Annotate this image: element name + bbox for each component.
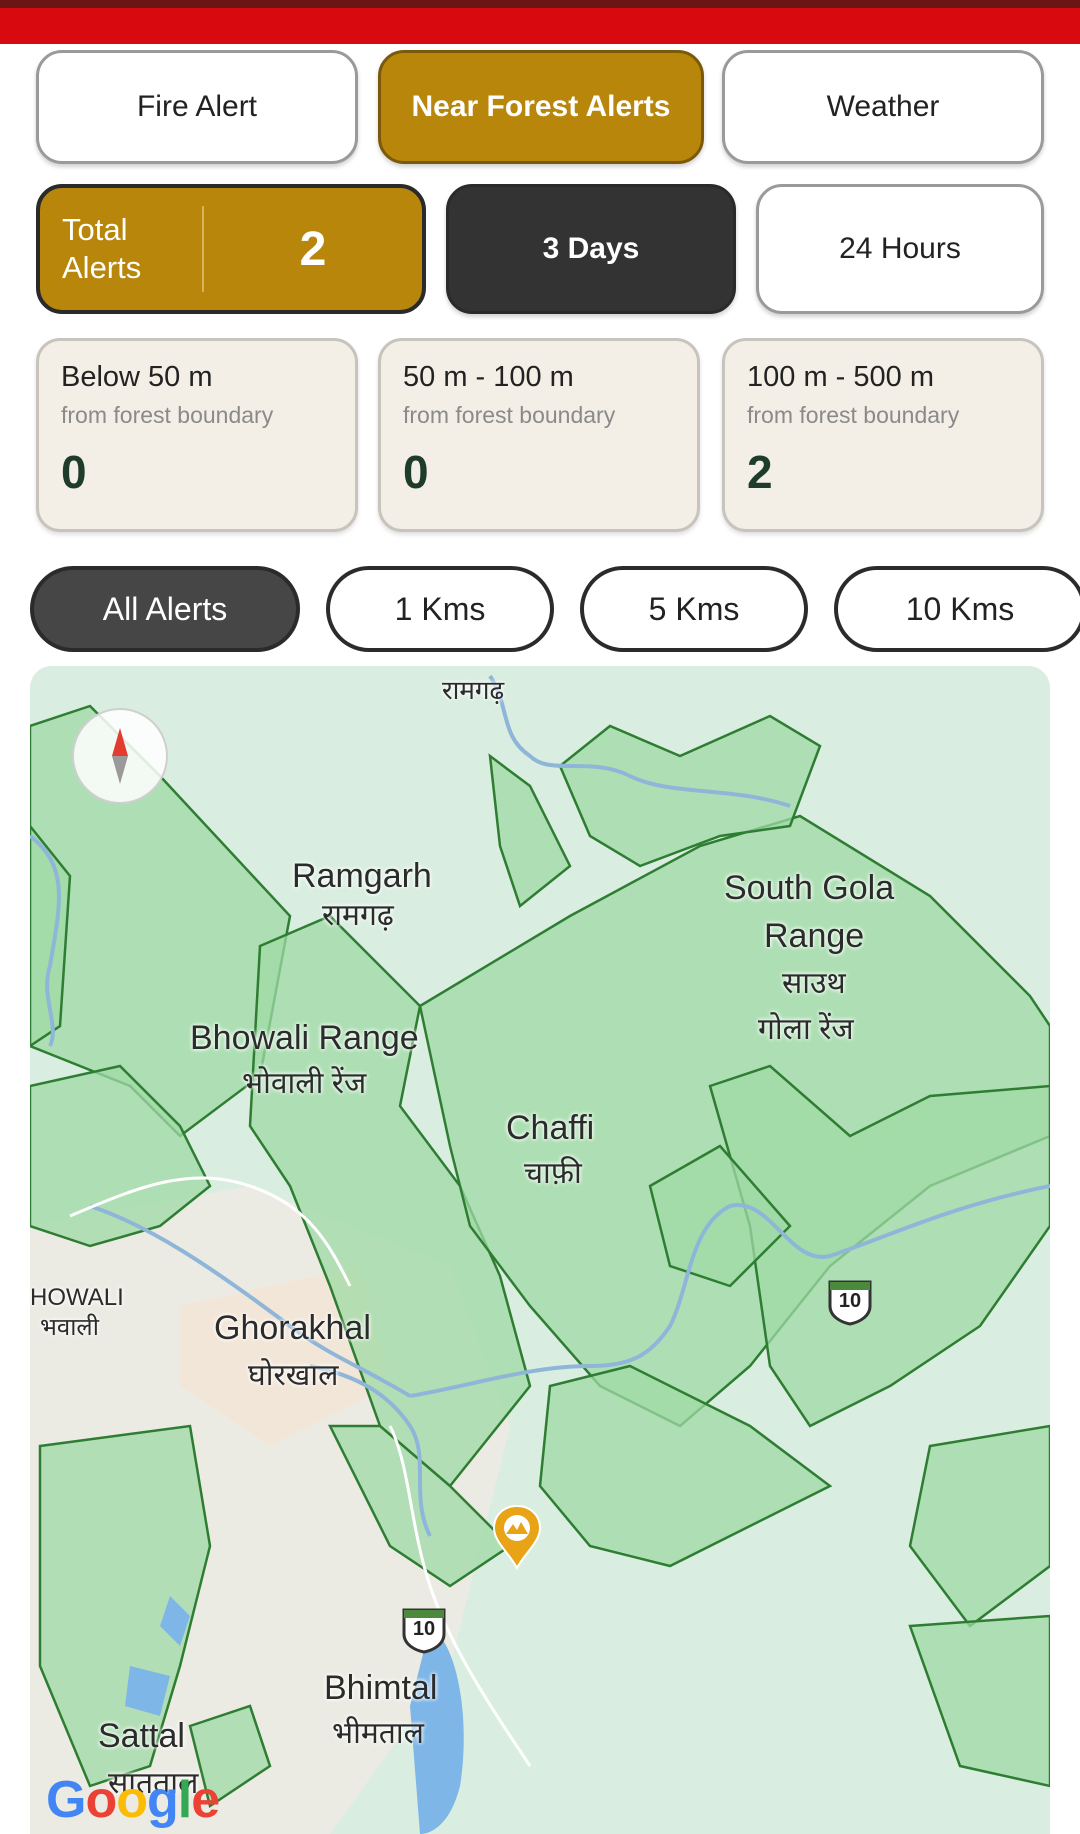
google-letter-o1: o xyxy=(85,1771,117,1829)
map-label-ghorakhal: Ghorakhal xyxy=(214,1309,371,1347)
google-letter-l: l xyxy=(177,1771,192,1829)
stat-range: 50 m - 100 m xyxy=(403,361,574,393)
period-3-days-button[interactable]: 3 Days xyxy=(446,184,736,314)
google-letter-g1: G xyxy=(46,1771,86,1829)
map-label-howali: HOWALI xyxy=(30,1284,124,1311)
stat-50-100m: 50 m - 100 m from forest boundary 0 xyxy=(378,338,700,532)
highway-shield-icon: 10 xyxy=(826,1276,874,1326)
map-label-chaffi: Chaffi xyxy=(506,1109,595,1147)
google-letter-g2: g xyxy=(146,1771,179,1829)
highway-number: 10 xyxy=(412,1618,436,1640)
map-label-south-gola-1: South Gola xyxy=(724,869,895,907)
map-label-bhimtal: Bhimtal xyxy=(324,1669,438,1707)
stat-count: 2 xyxy=(747,446,773,498)
google-letter-e: e xyxy=(191,1771,220,1829)
google-attribution-logo: Google xyxy=(46,1770,220,1830)
map-label-bhowali-range: Bhowali Range xyxy=(190,1019,419,1057)
map-label-top-hindi: रामगढ़ xyxy=(442,675,505,705)
map-label-south-gola-2: Range xyxy=(764,917,865,955)
filter-1-kms[interactable]: 1 Kms xyxy=(326,566,554,652)
compass-icon[interactable] xyxy=(72,708,168,804)
map-label-ghorakhal-hindi: घोरखाल xyxy=(248,1359,339,1392)
map-canvas xyxy=(30,666,1050,1834)
highway-shield-icon: 10 xyxy=(400,1604,448,1654)
map-label-sattal: Sattal xyxy=(98,1717,185,1755)
map-view[interactable]: रामगढ़ Ramgarh रामगढ़ South Gola Range स… xyxy=(30,666,1050,1834)
filter-all-alerts[interactable]: All Alerts xyxy=(30,566,300,652)
filter-5-kms[interactable]: 5 Kms xyxy=(580,566,808,652)
map-label-ramgarh: Ramgarh xyxy=(292,857,432,895)
stat-count: 0 xyxy=(61,446,87,498)
stat-below-50m: Below 50 m from forest boundary 0 xyxy=(36,338,358,532)
stat-range: Below 50 m xyxy=(61,361,213,393)
tab-near-forest-alerts[interactable]: Near Forest Alerts xyxy=(378,50,704,164)
compass-needle xyxy=(112,728,128,784)
total-alerts-card: Total Alerts 2 xyxy=(36,184,426,314)
map-label-chaffi-hindi: चाफ़ी xyxy=(524,1157,582,1190)
map-label-south-gola-hindi-2: गोला रेंज xyxy=(758,1013,854,1046)
map-label-bhowali-range-hindi: भोवाली रेंज xyxy=(242,1067,367,1100)
stat-range: 100 m - 500 m xyxy=(747,361,934,393)
map-label-south-gola-hindi-1: साउथ xyxy=(782,967,846,1000)
map-label-ramgarh-hindi: रामगढ़ xyxy=(322,899,394,932)
stat-caption: from forest boundary xyxy=(403,402,616,428)
map-label-bhimtal-hindi: भीमताल xyxy=(332,1717,425,1750)
fire-alert-marker-icon[interactable] xyxy=(492,1504,542,1570)
stat-count: 0 xyxy=(403,446,429,498)
filter-10-kms[interactable]: 10 Kms xyxy=(834,566,1080,652)
stat-caption: from forest boundary xyxy=(747,402,960,428)
tab-fire-alert[interactable]: Fire Alert xyxy=(36,50,358,164)
period-24-hours-button[interactable]: 24 Hours xyxy=(756,184,1044,314)
total-alerts-count: 2 xyxy=(299,222,327,276)
fire-alert-marker-shape xyxy=(492,1504,542,1570)
google-letter-o2: o xyxy=(116,1771,148,1829)
status-bar-top-edge xyxy=(0,0,1080,8)
tab-weather[interactable]: Weather xyxy=(722,50,1044,164)
stat-100-500m: 100 m - 500 m from forest boundary 2 xyxy=(722,338,1044,532)
highway-number: 10 xyxy=(838,1290,862,1312)
map-label-howali-hindi: भवाली xyxy=(40,1314,99,1341)
stat-caption: from forest boundary xyxy=(61,402,274,428)
total-alerts-label: Total Alerts xyxy=(62,212,142,285)
